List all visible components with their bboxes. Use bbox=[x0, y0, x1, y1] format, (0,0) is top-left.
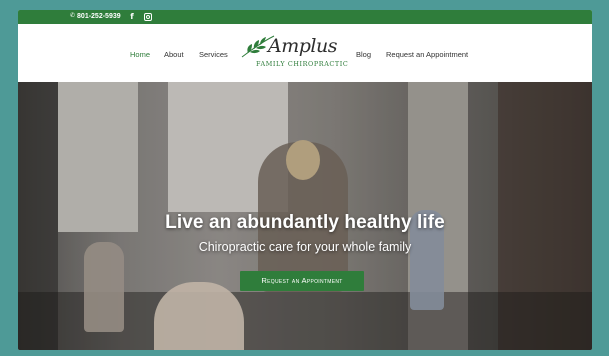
top-contact-bar: ✆ 801-252-5939 f bbox=[18, 10, 592, 24]
social-links: f bbox=[128, 12, 152, 22]
nav-item-home[interactable]: Home bbox=[130, 50, 150, 59]
request-appointment-button[interactable]: Request an Appointment bbox=[240, 271, 364, 291]
site-logo[interactable]: Amplus FAMILY CHIROPRACTIC bbox=[240, 33, 349, 73]
nav-item-services[interactable]: Services bbox=[199, 50, 228, 59]
nav-item-about[interactable]: About bbox=[164, 50, 184, 59]
website-page: ✆ 801-252-5939 f Home About Services Amp… bbox=[18, 10, 592, 350]
nav-item-request-appointment[interactable]: Request an Appointment bbox=[386, 50, 468, 59]
hero-section: Live an abundantly healthy life Chiropra… bbox=[18, 82, 592, 350]
logo-wordmark: Amplus bbox=[268, 35, 337, 57]
hero-subtitle: Chiropractic care for your whole family bbox=[198, 240, 412, 254]
phone-icon: ✆ bbox=[70, 13, 76, 19]
phone-number: 801-252-5939 bbox=[77, 13, 121, 20]
phone-link[interactable]: ✆ 801-252-5939 bbox=[70, 13, 121, 20]
browser-frame: ✆ 801-252-5939 f Home About Services Amp… bbox=[0, 0, 609, 356]
main-navigation: Home About Services Amplus FAMILY CHIROP… bbox=[18, 24, 592, 82]
instagram-icon[interactable] bbox=[144, 13, 152, 21]
logo-subtitle: FAMILY CHIROPRACTIC bbox=[256, 60, 349, 68]
facebook-icon[interactable]: f bbox=[128, 12, 136, 22]
nav-item-blog[interactable]: Blog bbox=[356, 50, 371, 59]
hero-title: Live an abundantly healthy life bbox=[165, 212, 445, 233]
